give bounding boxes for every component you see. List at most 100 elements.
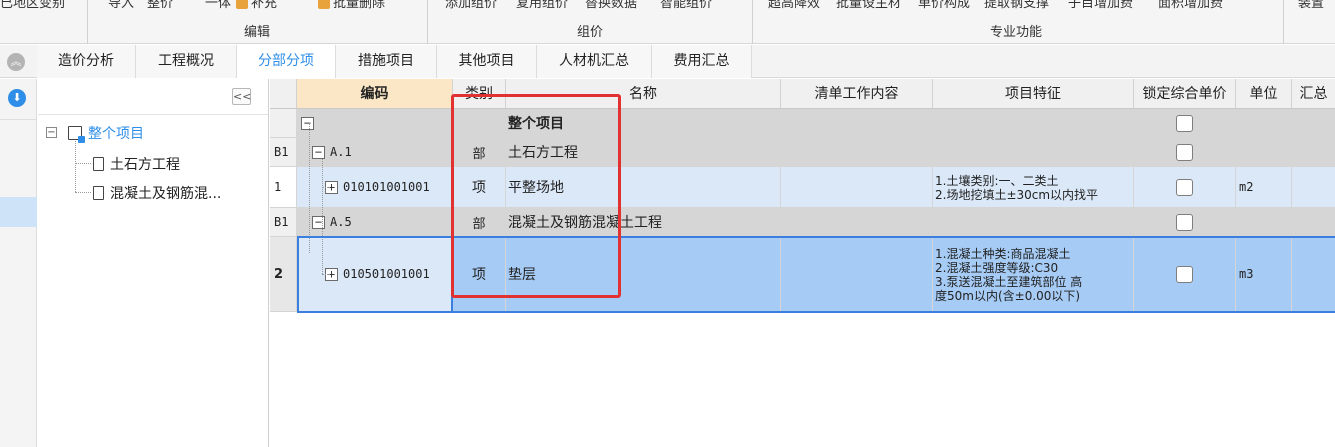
row-number (270, 109, 297, 137)
type-cell[interactable]: 项 (453, 167, 506, 207)
work-cell[interactable] (781, 208, 933, 236)
name-cell[interactable]: 平整场地 (506, 167, 781, 207)
ribbon-item-add-pricing[interactable]: 添加组价 (445, 0, 497, 11)
grid-tree-connector (322, 159, 323, 274)
double-chevron-left-icon[interactable]: << (232, 88, 251, 105)
tab-other-items[interactable]: 其他项目 (437, 45, 537, 78)
collapse-toggle[interactable]: − (312, 145, 325, 159)
lock-price-checkbox[interactable] (1176, 178, 1193, 196)
download-arrow-icon[interactable]: ⬇ (8, 89, 26, 107)
code-cell[interactable]: − A.1 (297, 138, 453, 166)
ribbon-item-whole[interactable]: 一体 (205, 0, 231, 11)
feature-cell[interactable] (933, 109, 1134, 137)
lock-cell (1134, 237, 1236, 311)
tree-collapse-toggle[interactable]: − (46, 127, 57, 138)
tab-measures[interactable]: 措施项目 (336, 45, 437, 78)
col-header-unit[interactable]: 单位 (1236, 79, 1292, 109)
col-header-type[interactable]: 类别 (453, 79, 506, 109)
ribbon-toolbar: 已地区变别 导入 整价 一体 补充 批量删除 添加组价 复用组价 替换数据 智能… (0, 0, 1335, 44)
col-header-code[interactable]: 编码 (297, 79, 453, 109)
ribbon-item-unit-price[interactable]: 单价构成 (918, 0, 970, 11)
type-cell[interactable]: 项 (453, 237, 506, 311)
tab-labor-material[interactable]: 人材机汇总 (537, 45, 652, 78)
row-number: B1 (270, 208, 297, 236)
col-header-name[interactable]: 名称 (506, 79, 781, 109)
name-cell[interactable]: 混凝土及钢筋混凝土工程 (506, 208, 781, 236)
double-chevron-up-icon[interactable]: ︽ (7, 53, 25, 71)
lock-cell (1134, 208, 1236, 236)
code-cell[interactable]: − A.5 (297, 208, 453, 236)
lock-price-checkbox[interactable] (1176, 143, 1193, 161)
tab-project-overview[interactable]: 工程概况 (136, 45, 237, 78)
tab-fee-summary[interactable]: 费用汇总 (652, 45, 752, 78)
tree-node-root[interactable]: 整个项目 (68, 123, 144, 143)
type-cell[interactable]: 部 (453, 138, 506, 166)
ribbon-item-reuse-pricing[interactable]: 复用组价 (516, 0, 568, 11)
code-cell[interactable]: − (297, 109, 453, 137)
table-row[interactable]: 1 +010101001001 项 平整场地 1.土壤类别:一、二类土 2.场地… (270, 167, 1335, 208)
rail-divider (0, 119, 37, 120)
type-cell[interactable]: 部 (453, 208, 506, 236)
table-row[interactable]: 2 +010501001001 项 垫层 1.混凝土种类:商品混凝土 2.混凝土… (270, 237, 1335, 312)
feature-cell[interactable]: 1.混凝土种类:商品混凝土 2.混凝土强度等级:C30 3.泵送混凝土至建筑部位… (933, 237, 1134, 311)
module-tab-bar: ︽ 造价分析 工程概况 分部分项 措施项目 其他项目 人材机汇总 费用汇总 (0, 45, 1335, 78)
ribbon-item-install[interactable]: 装置 (1298, 0, 1324, 11)
ribbon-item-supplement[interactable]: 补充 (236, 0, 277, 11)
ribbon-item-price[interactable]: 整价 (147, 0, 173, 11)
unit-cell[interactable]: m2 (1236, 167, 1292, 207)
row-number: B1 (270, 138, 297, 166)
unit-cell[interactable] (1236, 138, 1292, 166)
name-cell[interactable]: 土石方工程 (506, 138, 781, 166)
ribbon-item-height-adjust[interactable]: 超高降效 (768, 0, 820, 11)
col-header-lock[interactable]: 锁定综合单价 (1134, 79, 1236, 109)
code-cell[interactable]: +010101001001 (297, 167, 453, 207)
feature-cell[interactable] (933, 208, 1134, 236)
table-row[interactable]: − 整个项目 (270, 109, 1335, 138)
ribbon-item-import[interactable]: 导入 (108, 0, 134, 11)
col-header-work[interactable]: 清单工作内容 (781, 79, 933, 109)
name-cell[interactable]: 垫层 (506, 237, 781, 311)
table-row[interactable]: B1 − A.5 部 混凝土及钢筋混凝土工程 (270, 208, 1335, 237)
ribbon-item-area-change[interactable]: 已地区变别 (0, 0, 65, 11)
unit-cell[interactable] (1236, 208, 1292, 236)
tree-toolbar: << (38, 79, 268, 115)
ribbon-item-smart-pricing[interactable]: 智能组价 (660, 0, 712, 11)
unit-cell[interactable] (1236, 109, 1292, 137)
row-number: 1 (270, 167, 297, 207)
ribbon-item-batch-material[interactable]: 批量设主材 (836, 0, 901, 11)
table-row[interactable]: B1 − A.1 部 土石方工程 (270, 138, 1335, 167)
lock-price-checkbox[interactable] (1176, 114, 1193, 132)
lock-price-checkbox[interactable] (1176, 213, 1193, 231)
ribbon-item-steel-support[interactable]: 提取钢支撑 (984, 0, 1049, 11)
tree-connector (75, 192, 91, 193)
col-header-feature[interactable]: 项目特征 (933, 79, 1134, 109)
work-cell[interactable] (781, 109, 933, 137)
lock-price-checkbox[interactable] (1176, 265, 1193, 283)
col-header-rownum (270, 79, 297, 109)
work-cell[interactable] (781, 167, 933, 207)
ribbon-item-area-fee[interactable]: 面积增加费 (1158, 0, 1223, 11)
code-cell[interactable]: +010501001001 (297, 237, 453, 311)
tree-node-concrete[interactable]: 混凝土及钢筋混... (93, 183, 221, 203)
ribbon-item-replace-data[interactable]: 替换数据 (585, 0, 637, 11)
type-cell[interactable] (453, 109, 506, 137)
feature-cell[interactable] (933, 138, 1134, 166)
collapse-toggle[interactable]: − (312, 215, 325, 229)
ribbon-separator (752, 0, 753, 44)
tab-cost-analysis[interactable]: 造价分析 (37, 45, 136, 78)
collapse-toggle[interactable]: − (301, 116, 314, 130)
work-cell[interactable] (781, 237, 933, 311)
ribbon-item-subitem-fee[interactable]: 子目增加费 (1068, 0, 1133, 11)
tab-sub-items[interactable]: 分部分项 (237, 45, 336, 78)
name-cell[interactable]: 整个项目 (506, 109, 781, 137)
row-number: 2 (270, 237, 297, 311)
left-rail: ⬇ (0, 79, 37, 447)
ribbon-item-batch-delete[interactable]: 批量删除 (318, 0, 385, 11)
work-cell[interactable] (781, 138, 933, 166)
tree-node-earthwork[interactable]: 土石方工程 (93, 154, 180, 174)
col-header-summary[interactable]: 汇总 (1292, 79, 1335, 109)
grid-tree-connector (322, 274, 330, 275)
unit-cell[interactable]: m3 (1236, 237, 1292, 311)
feature-cell[interactable]: 1.土壤类别:一、二类土 2.场地挖填土±30cm以内找平 (933, 167, 1134, 207)
ribbon-group-edit: 编辑 (244, 25, 271, 40)
